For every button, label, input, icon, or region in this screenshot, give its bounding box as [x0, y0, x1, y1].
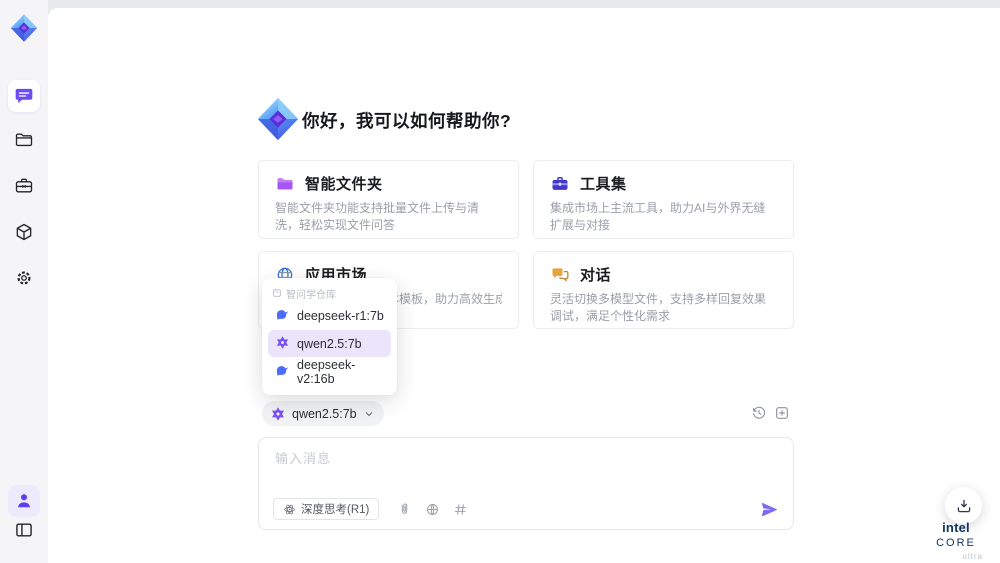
model-option-label: qwen2.5:7b [297, 336, 362, 351]
deep-think-toggle[interactable]: 深度思考(R1) [273, 498, 380, 520]
chevron-down-icon [365, 411, 372, 416]
deepseek-whale-icon [275, 307, 290, 325]
purple-folder-icon [275, 174, 295, 194]
card-title: 工具集 [580, 176, 627, 193]
message-placeholder: 输入消息 [275, 451, 332, 466]
card-smart-folder[interactable]: 智能文件夹 智能文件夹功能支持批量文件上传与清洗，轻松实现文件问答 [258, 160, 519, 239]
paperclip-icon[interactable] [397, 502, 412, 517]
sidebar-item-collapse[interactable] [8, 514, 40, 546]
card-title: 对话 [580, 267, 612, 284]
card-desc-partial: 本模板，助力高效生成多 [387, 292, 502, 306]
intel-tier-text: ultra [962, 552, 983, 561]
cube-icon [14, 222, 34, 242]
chat-bubbles-icon [550, 265, 570, 285]
intel-core-badge: intel core ultra [923, 521, 989, 563]
card-toolset[interactable]: 工具集 集成市场上主流工具，助力AI与外界无缝扩展与对接 [533, 160, 794, 239]
sidebar-item-folders[interactable] [8, 124, 40, 156]
card-conversation[interactable]: 对话 灵活切换多模型文件，支持多样回复效果调试，满足个性化需求 [533, 251, 794, 329]
sidebar-item-chat[interactable] [8, 80, 40, 112]
model-dropdown: 智问学仓库 deepseek-r1:7b qwen2.5:7b deepseek… [262, 278, 397, 395]
send-icon[interactable] [760, 500, 779, 519]
model-option-label: deepseek-r1:7b [297, 308, 384, 323]
intel-product-text: core [936, 537, 976, 549]
download-icon [957, 499, 970, 512]
app-logo-icon [8, 12, 40, 44]
sidebar-item-toolbox[interactable] [8, 170, 40, 202]
model-selector-label: qwen2.5:7b [292, 406, 357, 421]
intel-brand-text: intel [942, 520, 970, 535]
qwen-icon [275, 335, 290, 353]
chat-icon [14, 86, 34, 106]
new-window-icon[interactable] [774, 405, 790, 421]
model-selector-button[interactable]: qwen2.5:7b [262, 401, 384, 426]
sidebar-item-settings[interactable] [8, 262, 40, 294]
card-desc: 集成市场上主流工具，助力AI与外界无缝扩展与对接 [550, 201, 766, 232]
panel-icon [14, 520, 34, 540]
composer-toolbar: 深度思考(R1) [273, 498, 779, 520]
globe-icon[interactable] [425, 502, 440, 517]
card-title: 智能文件夹 [305, 176, 383, 193]
settings-gear-icon [14, 268, 34, 288]
model-option-qwen[interactable]: qwen2.5:7b [268, 330, 391, 357]
toolbox-icon [14, 176, 34, 196]
model-option-deepseek-v2[interactable]: deepseek-v2:16b [268, 357, 391, 386]
model-option-deepseek-r1[interactable]: deepseek-r1:7b [268, 302, 391, 329]
greeting-logo-icon [255, 96, 301, 142]
user-icon [14, 491, 34, 511]
history-icon[interactable] [751, 405, 767, 421]
repo-icon [273, 289, 281, 297]
model-dropdown-header: 智问学仓库 [268, 285, 391, 301]
greeting-title: 你好，我可以如何帮助你? [302, 111, 512, 131]
sidebar-item-account[interactable] [8, 485, 40, 517]
hash-icon[interactable] [453, 502, 468, 517]
briefcase-icon [550, 174, 570, 194]
qwen-icon [272, 406, 284, 421]
card-desc: 智能文件夹功能支持批量文件上传与清洗，轻松实现文件问答 [275, 201, 480, 232]
card-desc: 灵活切换多模型文件，支持多样回复效果调试，满足个性化需求 [550, 292, 767, 323]
model-option-label: deepseek-v2:16b [297, 357, 356, 386]
atom-icon [284, 504, 295, 514]
folder-icon [14, 130, 34, 150]
sidebar-item-models[interactable] [8, 216, 40, 248]
app-window: 你好，我可以如何帮助你? 智能文件夹 智能文件夹功能支持批量文件上传与清洗，轻松… [0, 0, 1000, 563]
download-fab[interactable] [945, 487, 982, 524]
sidebar [0, 0, 48, 563]
deepseek-whale-icon [275, 363, 290, 381]
deep-think-label: 深度思考(R1) [301, 504, 370, 516]
message-input[interactable]: 输入消息 深度思考(R1) [258, 437, 794, 530]
